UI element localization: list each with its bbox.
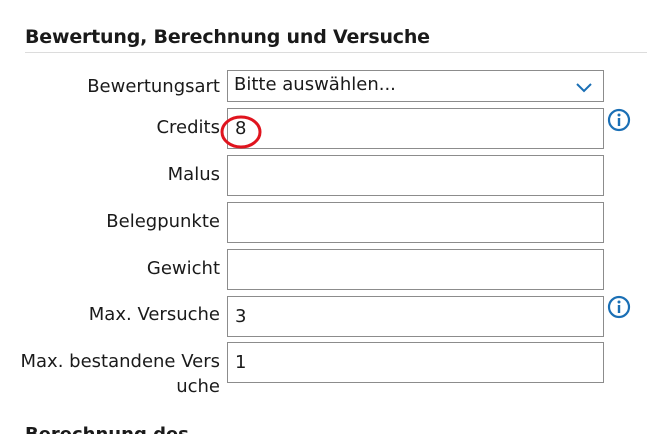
credits-input[interactable] <box>227 108 604 149</box>
bewertungsart-label: Bewertungsart <box>87 76 220 97</box>
section-title: Bewertung, Berechnung und Versuche <box>25 26 430 48</box>
gewicht-label: Gewicht <box>146 258 220 279</box>
belegpunkte-input[interactable] <box>227 202 604 243</box>
next-section-title: Berechnung des... <box>25 424 209 434</box>
credits-label: Credits <box>156 117 220 138</box>
malus-input[interactable] <box>227 155 604 196</box>
bewertungsart-select[interactable]: Bitte auswählen... <box>227 70 604 102</box>
max-versuche-input[interactable] <box>227 296 604 337</box>
bewertungsart-selected-value: Bitte auswählen... <box>234 74 396 95</box>
max-bestandene-versuche-input[interactable] <box>227 342 604 383</box>
belegpunkte-label: Belegpunkte <box>106 211 220 232</box>
max-versuche-label: Max. Versuche <box>88 304 220 325</box>
section-divider <box>25 52 647 53</box>
form-page: Bewertung, Berechnung und Versuche Bewer… <box>0 0 670 434</box>
max-bestandene-versuche-label: Max. bestandene Versuche <box>20 351 220 397</box>
chevron-down-icon <box>576 83 592 93</box>
info-icon[interactable] <box>607 108 631 132</box>
info-icon[interactable] <box>607 295 631 319</box>
malus-label: Malus <box>167 164 220 185</box>
gewicht-input[interactable] <box>227 249 604 290</box>
